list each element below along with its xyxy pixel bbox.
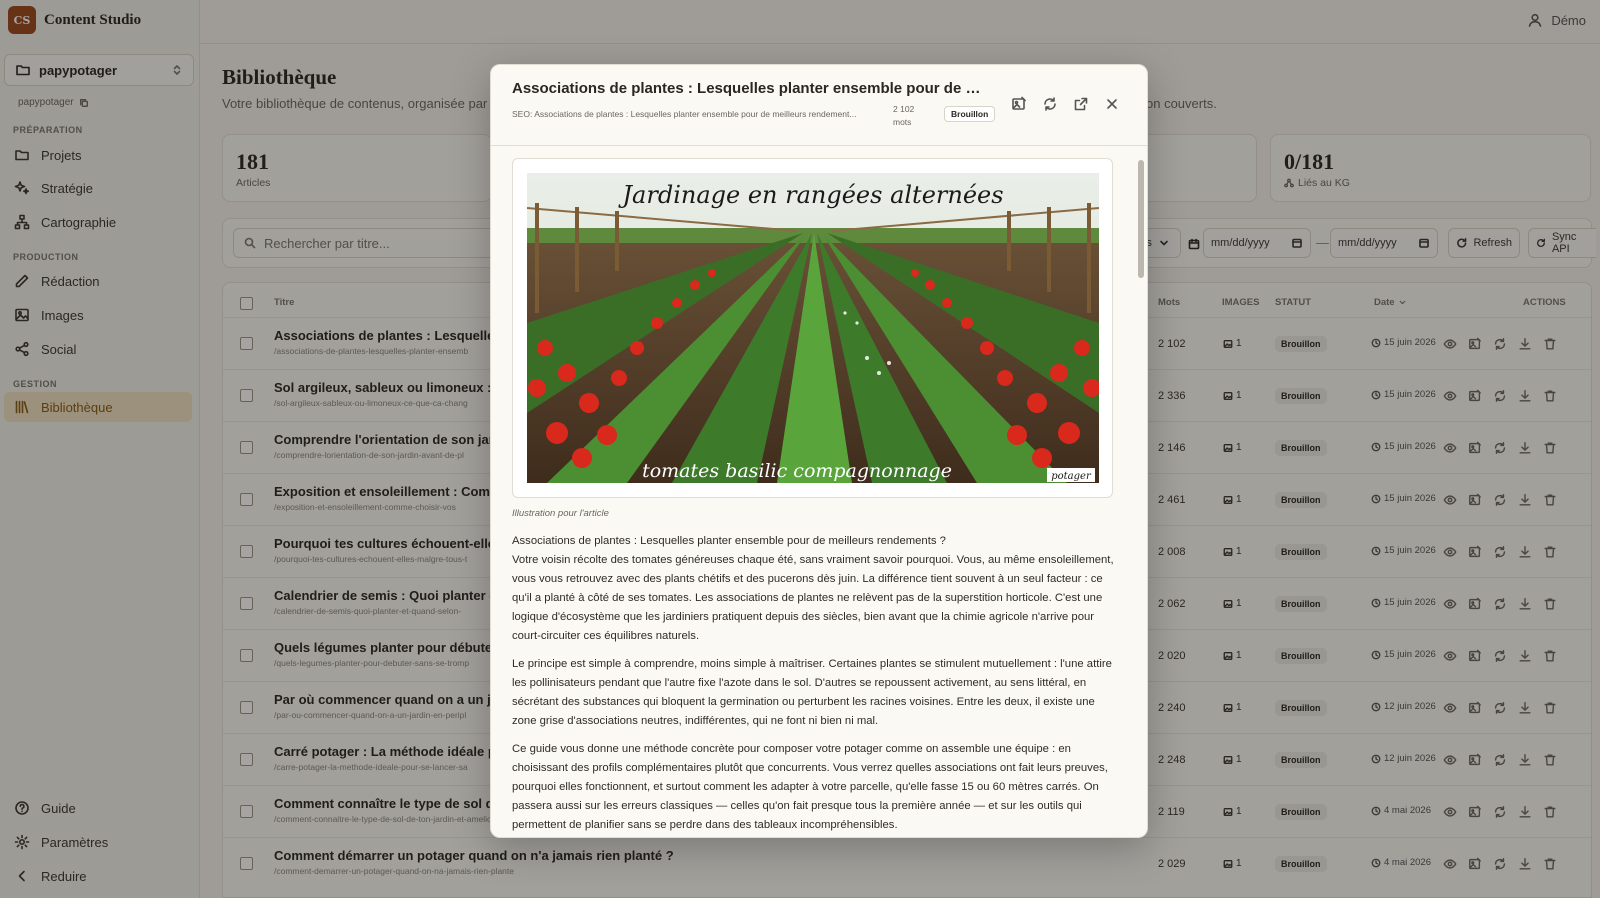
image-caption: Illustration pour l'article: [512, 508, 609, 519]
modal-seo-title: SEO: Associations de plantes : Lesquelle…: [512, 109, 857, 119]
paragraph: Le principe est simple à comprendre, moi…: [512, 658, 1112, 727]
regenerate-icon[interactable]: [1042, 96, 1058, 112]
modal-content[interactable]: Jardinage en rangées alternées tomates b…: [491, 145, 1147, 837]
image-footer: tomates basilic compagnonnage: [642, 460, 952, 482]
paragraph: Associations de plantes : Lesquelles pla…: [512, 535, 1114, 642]
modal-title: Associations de plantes : Lesquelles pla…: [512, 80, 992, 97]
image-headline: Jardinage en rangées alternées: [617, 181, 1003, 209]
modal-actions: [1011, 96, 1120, 112]
article-body: Associations de plantes : Lesquelles pla…: [512, 532, 1115, 837]
garden-illustration: Jardinage en rangées alternées tomates b…: [527, 173, 1099, 483]
scrollbar-thumb[interactable]: [1138, 160, 1144, 278]
paragraph: Ce guide vous donne une méthode concrète…: [512, 743, 1108, 831]
article-preview-modal: Associations de plantes : Lesquelles pla…: [490, 64, 1148, 838]
modal-word-count: 2 102 mots: [893, 104, 915, 127]
image-edit-icon[interactable]: [1011, 96, 1027, 112]
status-badge: Brouillon: [944, 106, 996, 122]
external-link-icon[interactable]: [1073, 96, 1089, 112]
article-illustration: Jardinage en rangées alternées tomates b…: [512, 158, 1113, 498]
image-tag: potager: [1051, 471, 1092, 482]
close-icon[interactable]: [1104, 96, 1120, 112]
